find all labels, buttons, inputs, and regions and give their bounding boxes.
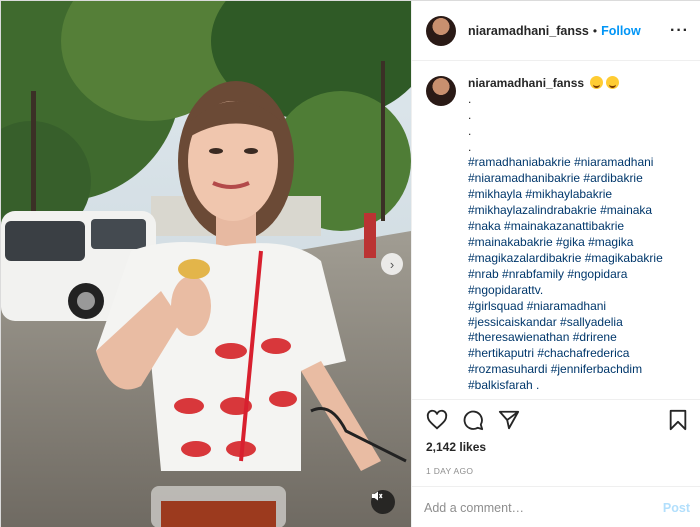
- star-struck-emoji-icon: [606, 76, 620, 89]
- comment-form: Post: [412, 486, 700, 527]
- caption: niaramadhani_fanss . . . . #ramadhaniaba…: [468, 76, 663, 396]
- paper-plane-icon: [498, 410, 520, 430]
- comment-icon: [463, 410, 484, 431]
- caption-dot-line: .: [468, 123, 472, 138]
- bookmark-icon: [669, 409, 687, 431]
- speaker-muted-icon: [372, 491, 383, 501]
- chevron-right-icon: ›: [389, 256, 395, 272]
- hashtag-line[interactable]: #balkisfarah .: [468, 378, 663, 394]
- post-header: niaramadhani_fanss • Follow ···: [412, 1, 700, 61]
- heart-icon: [426, 409, 448, 430]
- hashtag-list: #ramadhaniabakrie #niaramadhani #niarama…: [468, 155, 663, 394]
- share-button[interactable]: [498, 409, 520, 431]
- caption-avatar[interactable]: [426, 76, 456, 106]
- more-options-icon[interactable]: ···: [670, 22, 689, 40]
- hashtag-line[interactable]: #girlsquad #niaramadhani: [468, 299, 663, 315]
- hashtag-line[interactable]: #theresawienathan #drirene: [468, 330, 663, 346]
- hashtag-line[interactable]: #rozmasuhardi #jenniferbachdim: [468, 362, 663, 378]
- likes-count[interactable]: 2,142 likes: [426, 440, 688, 454]
- caption-dot-line: .: [468, 91, 472, 106]
- hashtag-line[interactable]: #nrab #nrabfamily #ngopidara: [468, 267, 663, 283]
- star-struck-emoji-icon: [590, 76, 604, 89]
- hashtag-line[interactable]: #magikazalardibakrie #magikabakrie: [468, 251, 663, 267]
- hashtag-line[interactable]: #hertikaputri #chachafrederica: [468, 346, 663, 362]
- instagram-post: › niaramadhani_fanss • Follow ··· niaram…: [0, 0, 700, 527]
- save-button[interactable]: [668, 409, 688, 431]
- header-username[interactable]: niaramadhani_fanss: [468, 24, 589, 38]
- comment-input[interactable]: [424, 500, 663, 515]
- action-bar: [426, 400, 688, 440]
- hashtag-line[interactable]: #mikhayla #mikhaylabakrie: [468, 187, 663, 203]
- hashtag-line[interactable]: #ngopidarattv.: [468, 283, 663, 299]
- follow-button[interactable]: Follow: [601, 24, 641, 38]
- post-video[interactable]: ›: [1, 1, 411, 527]
- separator-dot: •: [592, 23, 598, 38]
- like-button[interactable]: [426, 409, 448, 431]
- hashtag-line[interactable]: #naka #mainakazanattibakrie: [468, 219, 663, 235]
- hashtag-line[interactable]: #mikhaylazalindrabakrie #mainaka: [468, 203, 663, 219]
- caption-username[interactable]: niaramadhani_fanss: [468, 76, 584, 90]
- hashtag-line[interactable]: #niaramadhanibakrie #ardibakrie: [468, 171, 663, 187]
- caption-dot-line: .: [468, 107, 472, 122]
- post-actions: 2,142 likes 1 DAY AGO: [412, 399, 700, 476]
- hashtag-line[interactable]: #jessicaiskandar #sallyadelia: [468, 315, 663, 331]
- post-side-panel: niaramadhani_fanss • Follow ··· niaramad…: [411, 1, 700, 527]
- hashtag-line[interactable]: #mainakabakrie #gika #magika: [468, 235, 663, 251]
- hashtag-line[interactable]: #ramadhaniabakrie #niaramadhani: [468, 155, 663, 171]
- next-media-button[interactable]: ›: [381, 253, 403, 275]
- avatar[interactable]: [426, 15, 456, 46]
- post-comment-button[interactable]: Post: [663, 501, 690, 515]
- caption-area: niaramadhani_fanss . . . . #ramadhaniaba…: [426, 76, 691, 396]
- comment-button[interactable]: [462, 409, 484, 431]
- post-timestamp[interactable]: 1 DAY AGO: [426, 466, 688, 476]
- mute-toggle-button[interactable]: [371, 490, 395, 514]
- caption-dot-line: .: [468, 139, 472, 154]
- video-frame: [1, 1, 411, 527]
